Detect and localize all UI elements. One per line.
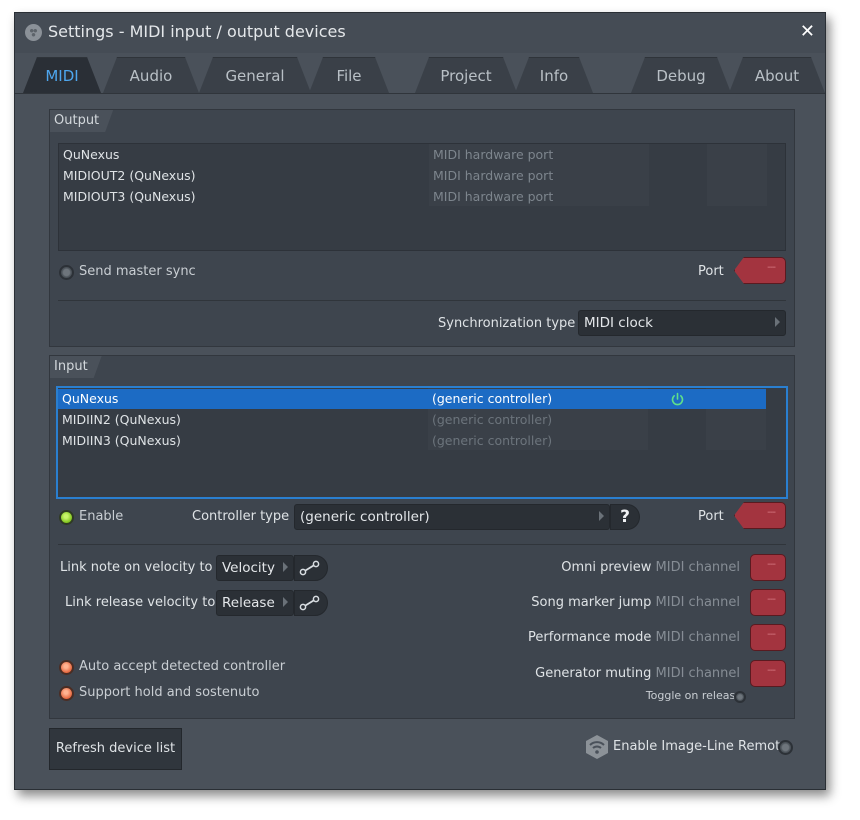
omni-preview-channel-button[interactable]: --- xyxy=(750,554,786,581)
tab-project[interactable]: Project xyxy=(415,57,517,93)
link-note-on-dropdown[interactable]: Velocity xyxy=(216,555,294,581)
enable-toggle[interactable] xyxy=(59,510,74,525)
output-device-row[interactable]: QuNexus MIDI hardware port xyxy=(59,145,785,165)
toggle-on-release-toggle[interactable] xyxy=(734,691,746,703)
tab-info[interactable]: Info xyxy=(515,57,593,93)
send-master-sync-label: Send master sync xyxy=(79,264,196,279)
controller-type-dropdown[interactable]: (generic controller) xyxy=(294,504,610,530)
input-device-row[interactable]: MIDIIN2 (QuNexus) (generic controller) xyxy=(58,410,786,430)
link-release-dropdown[interactable]: Release xyxy=(216,590,294,616)
tab-bar: MIDI Audio General File Project Info Deb… xyxy=(15,57,825,93)
output-section-label: Output xyxy=(50,110,113,132)
support-hold-label: Support hold and sostenuto xyxy=(79,685,260,700)
sync-type-label: Synchronization type xyxy=(438,316,576,331)
chevron-right-icon xyxy=(283,562,288,572)
sync-type-dropdown[interactable]: MIDI clock xyxy=(578,310,786,336)
tab-about[interactable]: About xyxy=(729,57,825,93)
close-button[interactable]: ✕ xyxy=(800,21,815,42)
link-curve-icon xyxy=(299,595,320,611)
auto-accept-label: Auto accept detected controller xyxy=(79,659,286,674)
song-marker-jump-channel-button[interactable]: --- xyxy=(750,589,786,616)
image-line-remote-icon xyxy=(586,735,608,759)
performance-mode-channel-button[interactable]: --- xyxy=(750,624,786,651)
link-release-label: Link release velocity to xyxy=(65,595,216,610)
omni-preview-label: Omni preview MIDI channel xyxy=(561,560,740,575)
window-title: Settings - MIDI input / output devices xyxy=(48,22,346,41)
input-section-label: Input xyxy=(50,356,102,378)
tab-debug[interactable]: Debug xyxy=(631,57,731,93)
image-line-remote-label: Enable Image-Line Remote xyxy=(613,739,789,754)
tab-divider xyxy=(15,93,825,94)
input-group: Input QuNexus (generic controller) MIDII… xyxy=(49,355,795,719)
output-group: Output QuNexus MIDI hardware port MIDIOU… xyxy=(49,109,795,347)
toggle-on-release-label: Toggle on release xyxy=(645,689,742,702)
link-curve-icon xyxy=(299,560,320,576)
input-device-row[interactable]: MIDIIN3 (QuNexus) (generic controller) xyxy=(58,431,786,451)
send-master-sync-toggle[interactable] xyxy=(59,265,74,280)
output-port-button[interactable]: --- xyxy=(734,257,786,284)
support-hold-toggle[interactable] xyxy=(59,686,74,701)
link-note-on-button[interactable] xyxy=(294,555,328,581)
output-device-list[interactable]: QuNexus MIDI hardware port MIDIOUT2 (QuN… xyxy=(58,143,786,251)
input-device-row[interactable]: QuNexus (generic controller) xyxy=(58,389,766,409)
tab-midi[interactable]: MIDI xyxy=(23,57,101,93)
link-note-on-label: Link note on velocity to xyxy=(60,560,213,575)
generator-muting-channel-button[interactable]: --- xyxy=(750,660,786,687)
title-bar: Settings - MIDI input / output devices ✕ xyxy=(15,13,825,53)
chevron-right-icon xyxy=(775,317,780,327)
settings-window: Settings - MIDI input / output devices ✕… xyxy=(14,12,826,790)
tab-file[interactable]: File xyxy=(309,57,389,93)
midi-plug-icon xyxy=(25,24,42,41)
chevron-right-icon xyxy=(283,597,288,607)
input-device-list[interactable]: QuNexus (generic controller) MIDIIN2 (Qu… xyxy=(56,386,788,499)
image-line-remote-toggle[interactable] xyxy=(778,740,793,755)
generator-muting-label: Generator muting MIDI channel xyxy=(535,666,740,681)
output-device-row[interactable]: MIDIOUT3 (QuNexus) MIDI hardware port xyxy=(59,187,785,207)
enable-label: Enable xyxy=(79,509,124,524)
help-button[interactable]: ? xyxy=(610,504,640,530)
song-marker-jump-label: Song marker jump MIDI channel xyxy=(531,595,740,610)
chevron-right-icon xyxy=(599,511,604,521)
output-device-row[interactable]: MIDIOUT2 (QuNexus) MIDI hardware port xyxy=(59,166,785,186)
tab-audio[interactable]: Audio xyxy=(103,57,199,93)
power-icon[interactable] xyxy=(670,392,685,407)
auto-accept-toggle[interactable] xyxy=(59,660,74,675)
output-port-label: Port xyxy=(698,264,724,279)
link-release-button[interactable] xyxy=(294,590,328,616)
controller-type-label: Controller type xyxy=(192,509,290,524)
tab-general[interactable]: General xyxy=(199,57,311,93)
input-port-button[interactable]: --- xyxy=(734,502,786,529)
input-port-label: Port xyxy=(698,509,724,524)
performance-mode-label: Performance mode MIDI channel xyxy=(528,630,740,645)
refresh-device-list-button[interactable]: Refresh device list xyxy=(49,728,182,770)
